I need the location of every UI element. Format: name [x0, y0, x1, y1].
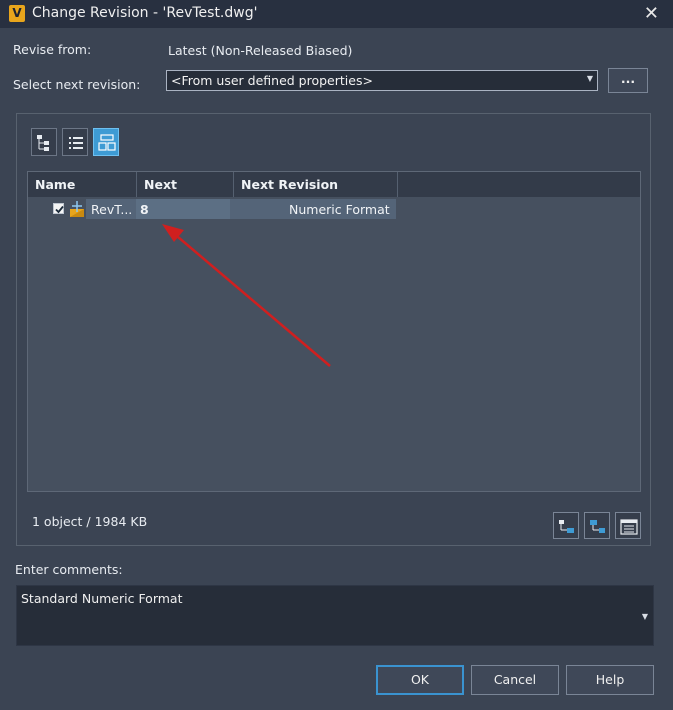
browse-ellipsis-button[interactable]: ...: [608, 68, 648, 93]
column-header-next-revision[interactable]: Next Revision: [137, 172, 234, 217]
next-revision-select-value: <From user defined properties>: [171, 73, 373, 88]
window-title: Change Revision - 'RevTest.dwg': [32, 5, 258, 21]
chevron-down-icon: ▼: [586, 74, 593, 83]
list-view-icon: [69, 137, 83, 149]
next-revision-label: Select next revision:: [13, 77, 141, 92]
comments-label: Enter comments:: [15, 562, 123, 577]
row-next-revision[interactable]: 8: [140, 202, 149, 217]
list-view-button[interactable]: [62, 128, 88, 156]
tree-view-button[interactable]: [31, 128, 57, 156]
revise-from-label: Revise from:: [13, 42, 92, 57]
comments-textarea[interactable]: Standard Numeric Format ▼: [16, 585, 654, 646]
column-header-name[interactable]: Name: [28, 172, 137, 197]
grid-header: Name Next Revision Next Revision Definit…: [28, 172, 640, 217]
expand-tree-button[interactable]: [553, 512, 579, 539]
expand-hierarchy-icon: [559, 520, 574, 533]
vault-app-icon: V: [9, 5, 25, 22]
next-revision-select[interactable]: <From user defined properties> ▼: [166, 70, 598, 91]
ok-button[interactable]: OK: [376, 665, 464, 695]
status-summary: 1 object / 1984 KB: [32, 514, 148, 529]
title-bar: V Change Revision - 'RevTest.dwg' ✕: [0, 0, 673, 28]
close-button[interactable]: ✕: [644, 3, 659, 24]
details-list-icon: [620, 519, 638, 535]
dwg-file-icon: [70, 201, 84, 217]
grouped-view-icon: [98, 134, 116, 151]
help-button[interactable]: Help: [566, 665, 654, 695]
comments-value: Standard Numeric Format: [21, 591, 183, 606]
row-next-revision-highlight: [136, 199, 230, 219]
row-checkbox[interactable]: [53, 203, 64, 214]
details-button[interactable]: [615, 512, 641, 539]
revise-from-value: Latest (Non-Released Biased): [168, 43, 353, 58]
chevron-down-icon[interactable]: ▼: [642, 612, 648, 621]
row-name: RevT...: [91, 202, 133, 217]
revision-grid: Name Next Revision Next Revision Definit…: [27, 171, 641, 492]
cancel-button[interactable]: Cancel: [471, 665, 559, 695]
collapse-hierarchy-icon: [590, 520, 605, 533]
column-header-next-revision-definition[interactable]: Next Revision Definition: [234, 172, 398, 217]
row-definition: Numeric Format: [289, 202, 390, 217]
tree-view-icon: [37, 135, 49, 151]
collapse-tree-button[interactable]: [584, 512, 610, 539]
checkmark-icon: [55, 205, 64, 214]
grouped-view-button[interactable]: [93, 128, 119, 156]
